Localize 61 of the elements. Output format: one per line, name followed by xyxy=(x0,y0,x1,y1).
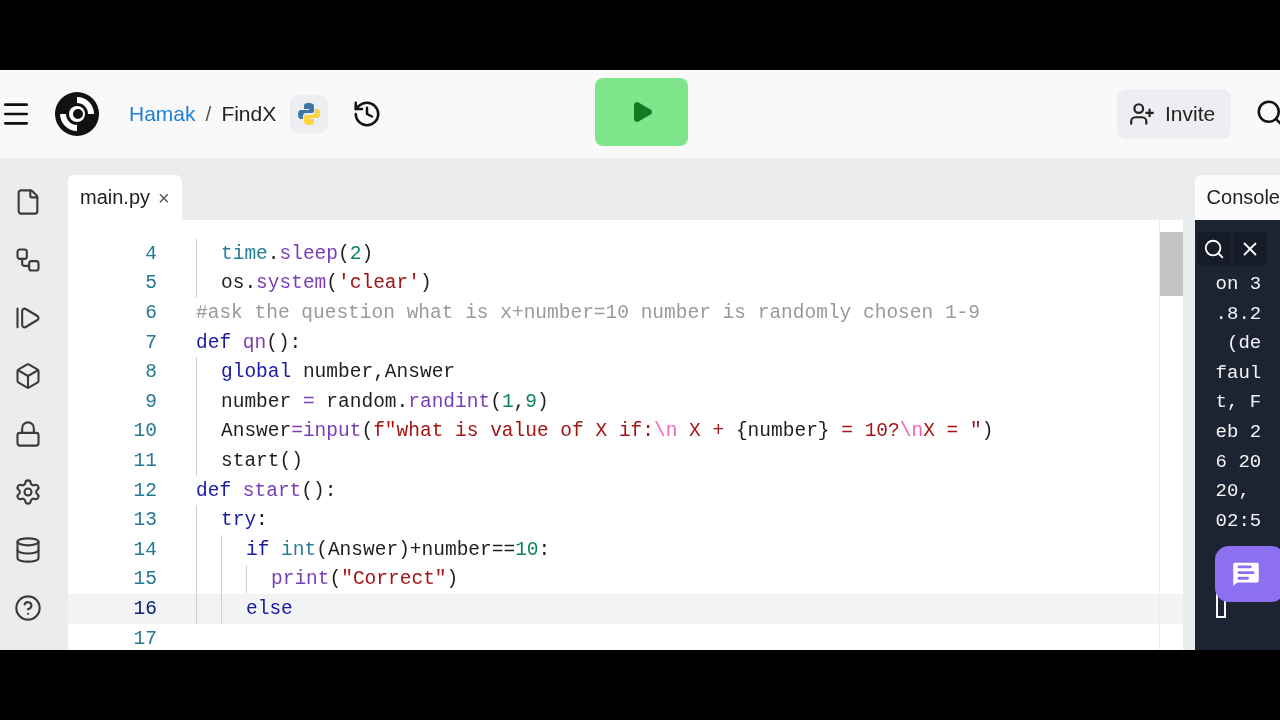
scrollbar-thumb[interactable] xyxy=(1159,232,1183,296)
nodes-icon[interactable] xyxy=(13,246,42,274)
console-output-line: 02:5 xyxy=(1215,508,1263,534)
console-output-line: t, F xyxy=(1215,390,1263,416)
code-line: else xyxy=(246,597,293,620)
line-number: 15 xyxy=(132,568,157,591)
code-line: start() xyxy=(221,449,303,472)
console-output-line: on 3 xyxy=(1215,272,1263,297)
code-line: def qn(): xyxy=(196,331,302,354)
line-number: 14 xyxy=(132,538,157,561)
code-line: time.sleep(2) xyxy=(221,242,374,265)
python-logo-icon xyxy=(297,102,322,126)
line-number: 9 xyxy=(144,390,157,413)
add-user-icon xyxy=(1129,101,1155,127)
line-number: 10 xyxy=(132,420,157,443)
code-line: def start(): xyxy=(196,479,337,502)
console-output-line: (de xyxy=(1226,331,1263,357)
line-number: 7 xyxy=(144,331,157,354)
line-number: 8 xyxy=(144,361,157,384)
console-output-line: faul xyxy=(1215,360,1263,386)
line-number: 4 xyxy=(144,242,157,265)
search-icon xyxy=(1202,238,1225,260)
code-line: if int(Answer)+number==10: xyxy=(246,538,551,561)
line-number: 16 xyxy=(132,597,157,620)
run-button[interactable] xyxy=(595,78,688,146)
console-output-line: .8.2 xyxy=(1215,301,1263,327)
console-output-line: 20, xyxy=(1215,479,1251,505)
console-output-line: 6 20 xyxy=(1215,449,1263,475)
chat-button[interactable] xyxy=(1214,546,1280,602)
code-line: print("Correct") xyxy=(271,568,459,591)
help-icon[interactable] xyxy=(13,594,42,622)
code-line: Answer=input(f"what is value of X if:\n X + {number} = 10?\nX = ") xyxy=(221,420,994,443)
code-line: try: xyxy=(221,509,268,532)
line-number: 17 xyxy=(132,627,157,650)
code-line: #ask the question what is x+number=10 number is randomly chosen 1-9 xyxy=(196,302,981,324)
search-button[interactable] xyxy=(1196,232,1231,266)
tab-label: main.py xyxy=(80,186,151,209)
project-name[interactable]: FindX xyxy=(221,102,277,126)
line-number: 13 xyxy=(132,509,157,532)
code-line: number = random.randint(1,9) xyxy=(221,390,549,413)
code-line: os.system('clear') xyxy=(221,272,432,295)
cube-icon[interactable] xyxy=(13,362,42,390)
language-chip[interactable] xyxy=(290,95,329,133)
close-button[interactable] xyxy=(1232,232,1267,266)
breadcrumb-separator: / xyxy=(205,102,212,126)
line-number: 6 xyxy=(144,302,157,324)
database-icon[interactable] xyxy=(13,536,42,564)
code-line: global number,Answer xyxy=(221,361,456,384)
close-tab-button[interactable]: × xyxy=(158,187,170,208)
code-editor[interactable] xyxy=(68,220,1183,650)
logo-icon[interactable] xyxy=(52,89,102,139)
console-output-line: eb 2 xyxy=(1215,419,1263,445)
owner-link[interactable]: Hamak xyxy=(129,102,196,126)
lock-icon[interactable] xyxy=(13,420,42,448)
settings-icon[interactable] xyxy=(13,478,42,506)
file-tab[interactable]: main.py × xyxy=(68,175,182,220)
line-number: 5 xyxy=(144,272,157,295)
console-tab[interactable]: Console xyxy=(1194,175,1280,220)
line-number: 12 xyxy=(132,479,157,502)
line-number: 11 xyxy=(132,449,157,472)
invite-button[interactable]: Invite xyxy=(1117,89,1232,139)
